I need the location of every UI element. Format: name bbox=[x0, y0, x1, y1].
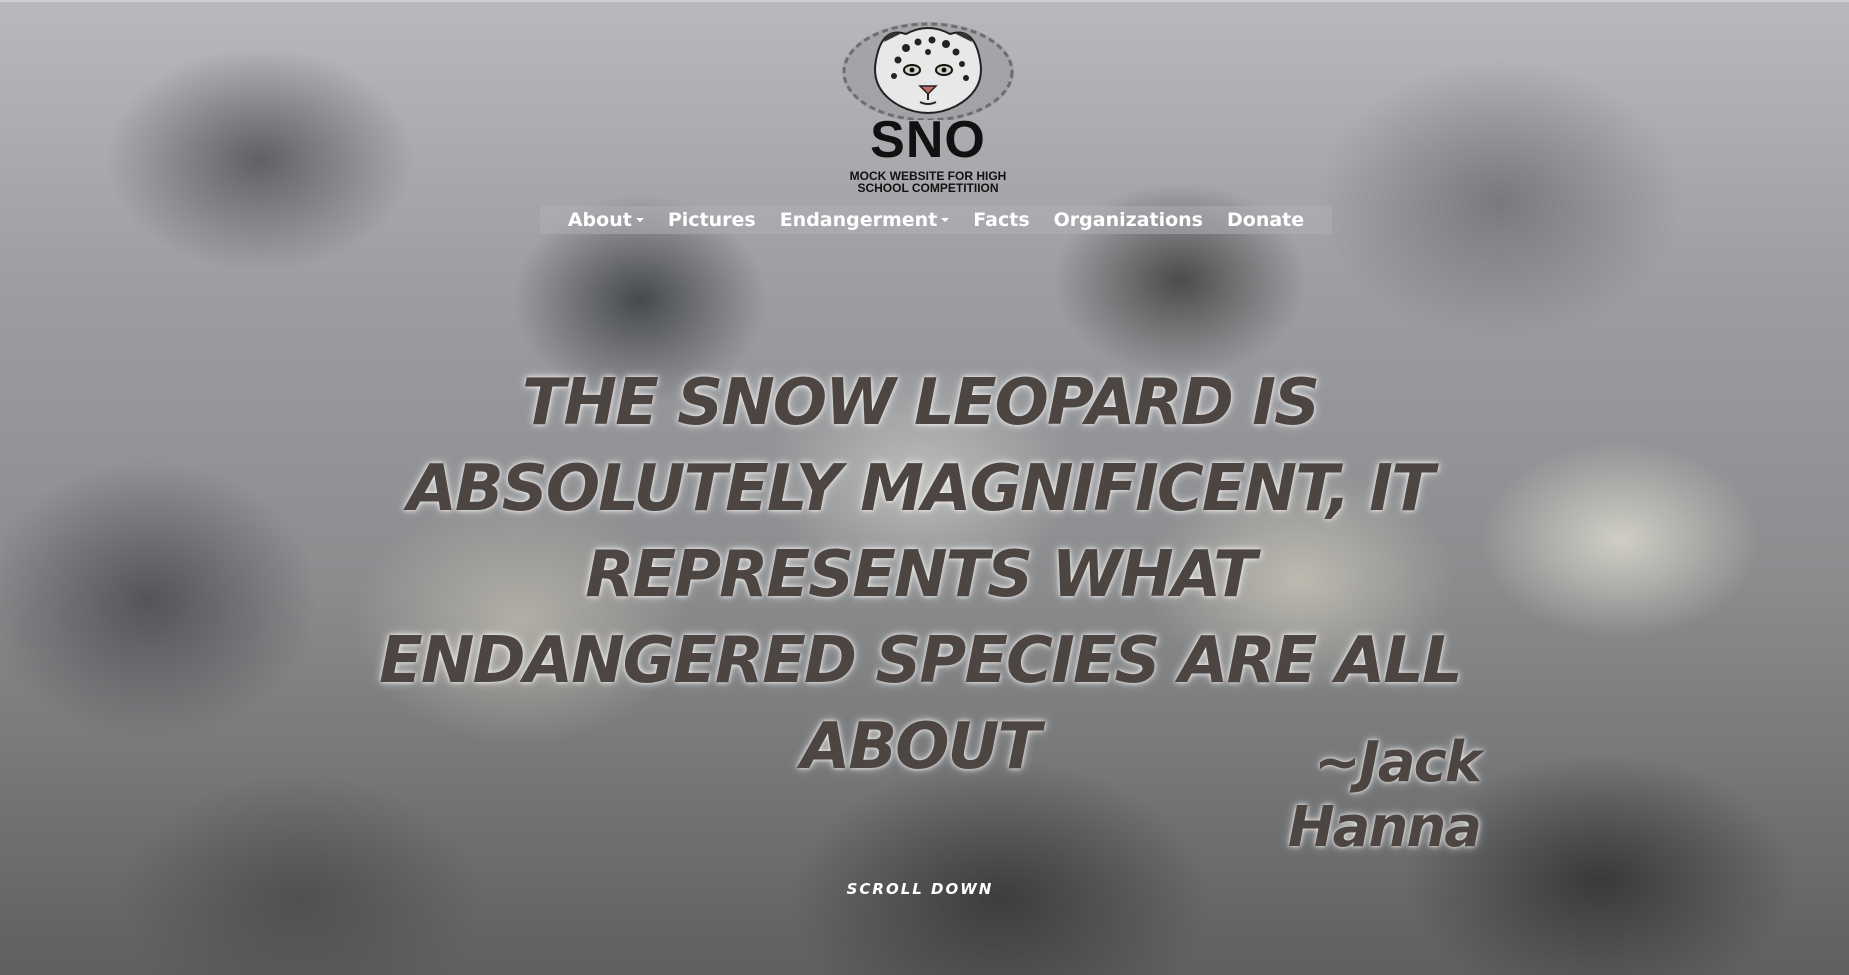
nav-item-label: Organizations bbox=[1053, 209, 1203, 231]
nav-item-endangerment[interactable]: Endangerment bbox=[780, 209, 950, 231]
nav-item-pictures[interactable]: Pictures bbox=[668, 209, 756, 231]
site-logo[interactable]: SNO MOCK WEBSITE FOR HIGH SCHOOL COMPETI… bbox=[836, 20, 1020, 200]
hero-quote: THE SNOW LEOPARD IS ABSOLUTELY MAGNIFICE… bbox=[379, 366, 1463, 784]
nav-item-label: Pictures bbox=[667, 209, 756, 231]
nav-item-organizations[interactable]: Organizations bbox=[1054, 209, 1203, 231]
logo-title: SNO bbox=[870, 111, 986, 169]
top-border bbox=[0, 0, 1849, 2]
nav-item-label: About bbox=[567, 209, 632, 231]
main-nav: About Pictures Endangerment Facts Organi… bbox=[540, 206, 1332, 234]
scroll-down-link[interactable]: SCROLL DOWN bbox=[820, 880, 1020, 898]
nav-item-label: Donate bbox=[1227, 209, 1305, 231]
nav-item-donate[interactable]: Donate bbox=[1227, 209, 1304, 231]
hero-section: SNO MOCK WEBSITE FOR HIGH SCHOOL COMPETI… bbox=[0, 0, 1849, 975]
logo-subtitle: MOCK WEBSITE FOR HIGH SCHOOL COMPETITIIO… bbox=[849, 169, 1007, 195]
nav-item-label: Facts bbox=[973, 209, 1030, 231]
nav-item-label: Endangerment bbox=[779, 209, 938, 231]
nav-item-about[interactable]: About bbox=[568, 209, 644, 231]
caret-down-icon bbox=[941, 218, 950, 222]
quote-author: ~Jack Hanna bbox=[1287, 730, 1482, 860]
caret-down-icon bbox=[635, 218, 644, 222]
snow-leopard-logo-icon bbox=[842, 22, 1014, 120]
nav-item-facts[interactable]: Facts bbox=[973, 209, 1029, 231]
